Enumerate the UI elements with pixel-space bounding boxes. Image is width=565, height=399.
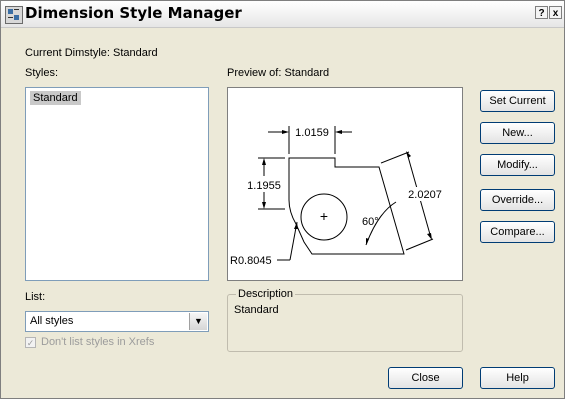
help-question-icon: ? bbox=[538, 8, 545, 19]
window-title: Dimension Style Manager bbox=[25, 4, 242, 22]
preview-pane: + 1.0159 1.1955 2.0207 60° R0.8045 bbox=[227, 87, 463, 281]
new-button[interactable]: New... bbox=[480, 122, 555, 144]
preview-label: Preview of: Standard bbox=[227, 67, 330, 79]
list-label: List: bbox=[25, 291, 46, 303]
close-button[interactable]: Close bbox=[388, 367, 463, 389]
styles-list[interactable]: Standard bbox=[25, 87, 209, 281]
xrefs-checkbox[interactable]: ✓ Don't list styles in Xrefs bbox=[25, 336, 205, 350]
dim-aligned-text: 2.0207 bbox=[408, 189, 442, 201]
current-dimstyle-label: Current Dimstyle: Standard bbox=[25, 47, 158, 59]
compare-button[interactable]: Compare... bbox=[480, 221, 555, 243]
help-button[interactable]: Help bbox=[480, 367, 555, 389]
checkbox-check-icon[interactable]: ✓ bbox=[25, 337, 36, 348]
dim-h-arrow-left bbox=[282, 130, 289, 134]
list-select-value: All styles bbox=[30, 315, 74, 327]
dim-v-arrow-top bbox=[262, 158, 266, 165]
dim-vertical-text: 1.1955 bbox=[247, 180, 281, 192]
dimension-preview-drawing: + 1.0159 1.1955 2.0207 60° R0.8045 bbox=[230, 126, 444, 267]
dim-a-ext-bottom bbox=[405, 238, 434, 251]
dim-angle-text: 60° bbox=[362, 216, 379, 228]
dimension-style-icon bbox=[5, 6, 23, 24]
dim-horizontal-text: 1.0159 bbox=[295, 127, 329, 139]
description-text: Standard bbox=[234, 304, 279, 316]
help-title-button[interactable]: ? bbox=[535, 6, 548, 19]
close-title-button[interactable]: x bbox=[549, 6, 562, 19]
modify-button[interactable]: Modify... bbox=[480, 154, 555, 176]
dim-angle-arrow bbox=[366, 238, 369, 245]
description-group: Description Standard bbox=[227, 288, 463, 352]
center-mark: + bbox=[320, 208, 328, 224]
dim-radius-text: R0.8045 bbox=[230, 255, 272, 267]
styles-list-item-standard[interactable]: Standard bbox=[30, 91, 81, 105]
override-button[interactable]: Override... bbox=[480, 189, 555, 211]
dim-v-arrow-bottom bbox=[262, 202, 266, 209]
list-select[interactable]: All styles ▼ bbox=[25, 311, 209, 332]
styles-label: Styles: bbox=[25, 67, 59, 79]
dim-a-ext-top bbox=[380, 151, 410, 164]
dimension-style-manager-dialog: Dimension Style Manager ? x Current Dims… bbox=[0, 0, 565, 399]
title-bar[interactable]: Dimension Style Manager ? x bbox=[1, 1, 564, 28]
xrefs-checkbox-label: Don't list styles in Xrefs bbox=[41, 336, 155, 348]
part-outline bbox=[288, 157, 405, 255]
chevron-down-icon[interactable]: ▼ bbox=[189, 313, 207, 330]
close-icon: x bbox=[552, 8, 559, 19]
dim-a-arrow-bottom bbox=[427, 233, 432, 240]
set-current-button[interactable]: Set Current bbox=[480, 90, 555, 112]
description-legend: Description bbox=[236, 288, 296, 300]
dim-h-arrow-right bbox=[335, 130, 342, 134]
